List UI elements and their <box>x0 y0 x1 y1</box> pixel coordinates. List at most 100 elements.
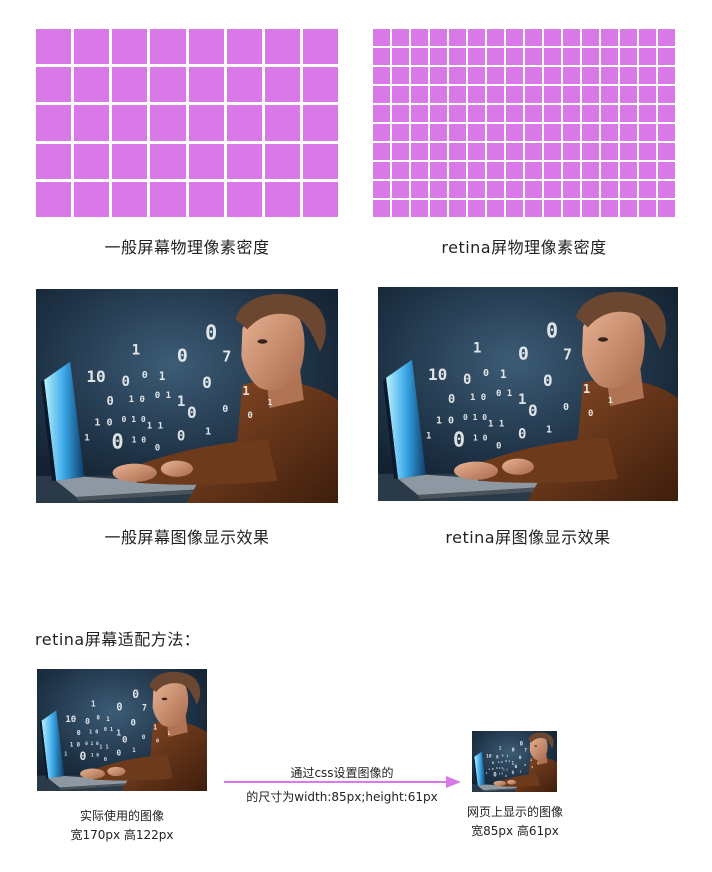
pixel-cell <box>620 48 637 65</box>
pixel-cell <box>302 67 338 103</box>
pixel-cell <box>658 143 675 160</box>
result-image-size: 宽85px 高61px <box>471 824 559 838</box>
normal-photo-caption: 一般屏幕图像显示效果 <box>104 528 270 547</box>
pixel-cell <box>373 181 390 198</box>
pixel-cell <box>188 181 224 217</box>
pixel-cell <box>468 48 485 65</box>
pixel-cell <box>658 29 675 46</box>
pixel-cell <box>582 162 599 179</box>
pixel-cell <box>226 181 262 217</box>
pixel-cell <box>658 48 675 65</box>
pixel-cell <box>449 162 466 179</box>
pixel-cell <box>582 86 599 103</box>
pixel-cell <box>36 67 72 103</box>
pixel-cell <box>620 143 637 160</box>
pixel-cell <box>601 143 618 160</box>
pixel-cell <box>112 181 148 217</box>
pixel-cell <box>468 200 485 217</box>
normal-grid-caption: 一般屏幕物理像素密度 <box>104 238 270 257</box>
pixel-cell <box>525 162 542 179</box>
pixel-cell <box>449 48 466 65</box>
pixel-cell <box>112 105 148 141</box>
retina-photo-caption: retina屏图像显示效果 <box>445 528 611 547</box>
source-image-label: 实际使用的图像 <box>79 809 164 823</box>
pixel-cell <box>525 124 542 141</box>
pixel-cell <box>430 200 447 217</box>
pixel-cell <box>430 48 447 65</box>
pixel-cell <box>582 181 599 198</box>
pixel-cell <box>525 29 542 46</box>
pixel-cell <box>468 29 485 46</box>
pixel-cell <box>658 86 675 103</box>
pixel-cell <box>373 105 390 122</box>
pixel-cell <box>449 86 466 103</box>
pixel-cell <box>264 143 300 179</box>
pixel-cell <box>544 162 561 179</box>
pixel-cell <box>411 143 428 160</box>
pixel-cell <box>264 105 300 141</box>
pixel-cell <box>411 86 428 103</box>
pixel-cell <box>487 86 504 103</box>
pixel-cell <box>639 105 656 122</box>
pixel-cell <box>112 67 148 103</box>
pixel-cell <box>563 67 580 84</box>
pixel-cell <box>506 86 523 103</box>
pixel-cell <box>487 162 504 179</box>
pixel-cell <box>188 143 224 179</box>
pixel-cell <box>601 48 618 65</box>
pixel-cell <box>392 124 409 141</box>
pixel-cell <box>468 143 485 160</box>
pixel-cell <box>563 86 580 103</box>
pixel-cell <box>430 124 447 141</box>
pixel-cell <box>430 143 447 160</box>
pixel-cell <box>639 181 656 198</box>
pixel-cell <box>430 162 447 179</box>
pixel-cell <box>188 105 224 141</box>
pixel-cell <box>658 200 675 217</box>
pixel-cell <box>601 67 618 84</box>
pixel-cell <box>411 200 428 217</box>
pixel-cell <box>601 181 618 198</box>
pixel-cell <box>525 48 542 65</box>
pixel-cell <box>188 67 224 103</box>
pixel-cell <box>601 29 618 46</box>
pixel-cell <box>373 200 390 217</box>
pixel-cell <box>487 124 504 141</box>
pixel-cell <box>563 105 580 122</box>
pixel-cell <box>430 181 447 198</box>
pixel-cell <box>411 181 428 198</box>
pixel-cell <box>264 67 300 103</box>
pixel-cell <box>544 124 561 141</box>
retina-pixel-grid <box>373 29 675 217</box>
pixel-cell <box>487 105 504 122</box>
retina-grid-caption: retina屏物理像素密度 <box>441 238 607 257</box>
pixel-cell <box>563 143 580 160</box>
pixel-cell <box>226 143 262 179</box>
pixel-cell <box>525 86 542 103</box>
pixel-cell <box>468 124 485 141</box>
pixel-cell <box>411 105 428 122</box>
pixel-cell <box>582 105 599 122</box>
pixel-cell <box>373 48 390 65</box>
pixel-cell <box>302 105 338 141</box>
result-image-label: 网页上显示的图像 <box>466 805 563 819</box>
normal-screen-photo <box>36 289 338 503</box>
pixel-cell <box>601 200 618 217</box>
pixel-cell <box>226 29 262 65</box>
pixel-cell <box>74 181 110 217</box>
pixel-cell <box>392 105 409 122</box>
pixel-cell <box>74 29 110 65</box>
pixel-cell <box>302 181 338 217</box>
pixel-cell <box>373 162 390 179</box>
pixel-cell <box>36 29 72 65</box>
pixel-cell <box>582 48 599 65</box>
pixel-cell <box>506 181 523 198</box>
pixel-cell <box>639 48 656 65</box>
pixel-cell <box>544 67 561 84</box>
pixel-cell <box>430 86 447 103</box>
pixel-cell <box>392 67 409 84</box>
pixel-cell <box>392 143 409 160</box>
pixel-cell <box>449 67 466 84</box>
pixel-cell <box>620 29 637 46</box>
pixel-cell <box>449 181 466 198</box>
